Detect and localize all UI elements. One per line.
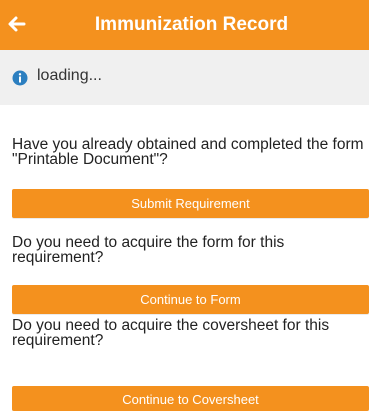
immunization-record-screen: Immunization Record loading... Have you …: [0, 0, 369, 411]
info-circle-icon: [12, 70, 28, 86]
submit-requirement-button[interactable]: Submit Requirement: [12, 189, 369, 218]
question-printable-document: Have you already obtained and completed …: [12, 136, 364, 168]
question-acquire-form: Do you need to acquire the form for this…: [12, 234, 285, 266]
question-acquire-coversheet: Do you need to acquire the coversheet fo…: [12, 317, 330, 349]
app-header: Immunization Record: [0, 0, 369, 50]
continue-to-form-button[interactable]: Continue to Form: [12, 285, 369, 314]
page-title: Immunization Record: [94, 14, 289, 35]
status-text: loading...: [37, 67, 102, 84]
continue-to-coversheet-button[interactable]: Continue to Coversheet: [12, 386, 369, 411]
status-message: loading...: [0, 50, 369, 105]
